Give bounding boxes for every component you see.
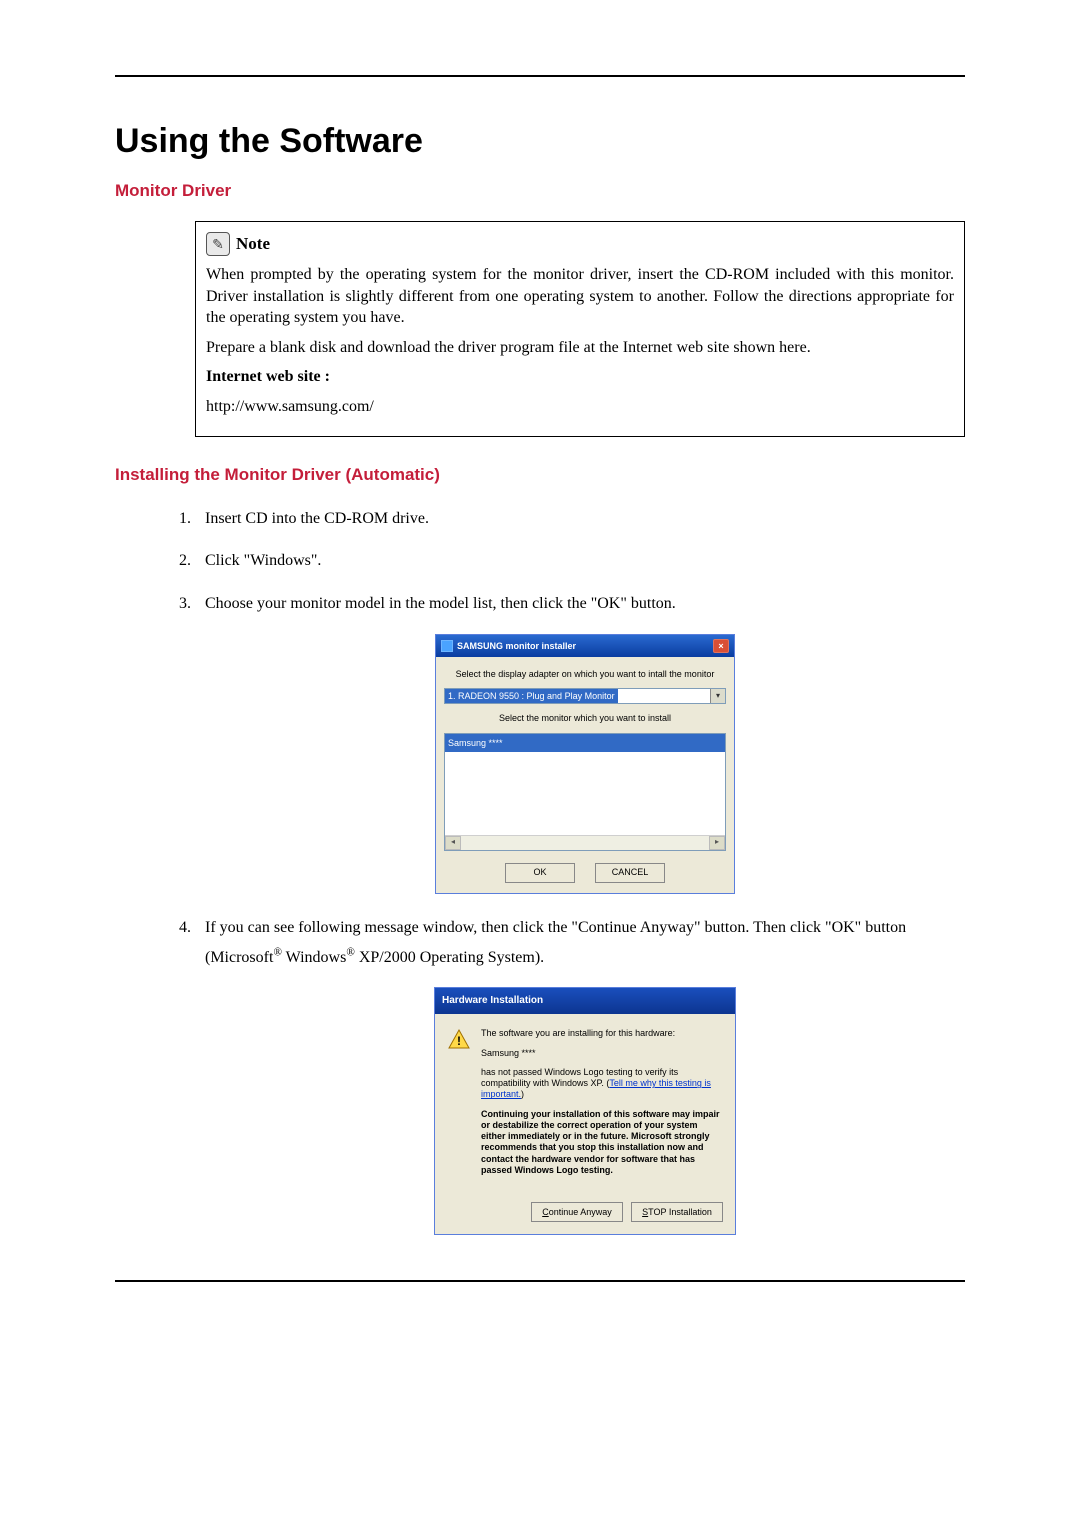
hw-device-name: Samsung **** — [481, 1048, 723, 1059]
hw-compat-close: ) — [521, 1089, 524, 1099]
monitor-list[interactable]: Samsung **** ◂ ▸ — [444, 733, 726, 851]
note-label: Note — [236, 234, 270, 254]
scroll-left-icon[interactable]: ◂ — [445, 836, 461, 850]
warning-icon: ! — [447, 1028, 471, 1052]
dialog-titlebar[interactable]: Hardware Installation — [435, 988, 735, 1014]
section-heading-installing: Installing the Monitor Driver (Automatic… — [115, 465, 965, 485]
app-icon — [441, 640, 453, 652]
step-4-text: If you can see following message window,… — [205, 919, 906, 966]
step-3: Choose your monitor model in the model l… — [195, 590, 965, 893]
chevron-down-icon[interactable]: ▾ — [710, 689, 725, 703]
page-title: Using the Software — [115, 122, 965, 161]
adapter-select[interactable]: 1. RADEON 9550 : Plug and Play Monitor ▾ — [444, 688, 726, 704]
scroll-track[interactable] — [461, 836, 709, 850]
top-rule — [115, 75, 965, 77]
internet-url: http://www.samsung.com/ — [206, 396, 954, 418]
internet-label: Internet web site : — [206, 366, 954, 388]
note-box: ✎ Note When prompted by the operating sy… — [195, 221, 965, 437]
hw-line-2: has not passed Windows Logo testing to v… — [481, 1067, 723, 1101]
step-3-text: Choose your monitor model in the model l… — [205, 595, 676, 612]
continue-anyway-button[interactable]: Continue Anyway — [531, 1202, 623, 1222]
step-4: If you can see following message window,… — [195, 914, 965, 1236]
registered-symbol-2: ® — [346, 946, 355, 958]
instruction-line-1: Select the display adapter on which you … — [444, 666, 726, 682]
cancel-button[interactable]: CANCEL — [595, 863, 665, 883]
dialog-title: SAMSUNG monitor installer — [457, 638, 576, 654]
hardware-installation-dialog: Hardware Installation ! The software you… — [434, 987, 736, 1235]
hw-warning-bold: Continuing your installation of this sof… — [481, 1109, 723, 1177]
dialog-titlebar[interactable]: SAMSUNG monitor installer × — [436, 635, 734, 657]
document-page: Using the Software Monitor Driver ✎ Note… — [0, 0, 1080, 1342]
bottom-rule — [115, 1280, 965, 1282]
adapter-select-value: 1. RADEON 9550 : Plug and Play Monitor — [445, 689, 618, 703]
note-paragraph-1: When prompted by the operating system fo… — [206, 264, 954, 329]
note-heading: ✎ Note — [206, 232, 954, 256]
instruction-line-2: Select the monitor which you want to ins… — [444, 710, 726, 726]
step-1: Insert CD into the CD-ROM drive. — [195, 505, 965, 534]
note-paragraph-2: Prepare a blank disk and download the dr… — [206, 337, 954, 359]
steps-list: Insert CD into the CD-ROM drive. Click "… — [195, 505, 965, 1236]
section-heading-monitor-driver: Monitor Driver — [115, 181, 965, 201]
registered-symbol-1: ® — [273, 946, 282, 958]
close-icon[interactable]: × — [713, 639, 729, 653]
horizontal-scrollbar[interactable]: ◂ ▸ — [445, 835, 725, 850]
step-2: Click "Windows". — [195, 547, 965, 576]
hw-line-1: The software you are installing for this… — [481, 1028, 723, 1039]
step-4-part3: XP/2000 Operating System). — [355, 949, 544, 966]
samsung-installer-dialog: SAMSUNG monitor installer × Select the d… — [435, 634, 735, 894]
list-item[interactable]: Samsung **** — [445, 734, 725, 752]
note-icon: ✎ — [206, 232, 230, 256]
stop-installation-button[interactable]: STOP Installation — [631, 1202, 723, 1222]
ok-button[interactable]: OK — [505, 863, 575, 883]
scroll-right-icon[interactable]: ▸ — [709, 836, 725, 850]
step-4-part2: Windows — [282, 949, 346, 966]
svg-text:!: ! — [457, 1034, 461, 1048]
